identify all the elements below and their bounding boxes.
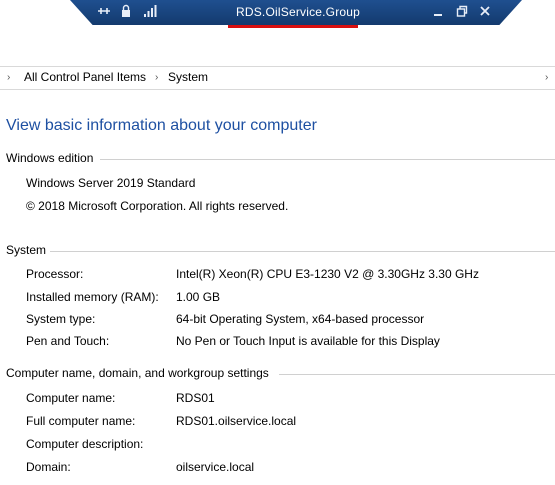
full-computer-name-value: RDS01.oilservice.local <box>176 414 297 428</box>
memory-label: Installed memory (RAM): <box>26 290 159 304</box>
rdp-title: RDS.OilService.Group <box>236 5 361 19</box>
copyright-text: © 2018 Microsoft Corporation. All rights… <box>26 199 289 213</box>
section-divider <box>279 374 555 375</box>
computer-name-label: Computer name: <box>26 391 116 405</box>
pin-icon[interactable] <box>96 4 112 20</box>
lock-icon <box>118 4 134 20</box>
pen-touch-label: Pen and Touch: <box>26 334 110 348</box>
computer-name-value: RDS01 <box>176 391 215 405</box>
page-title: View basic information about your comput… <box>6 117 317 134</box>
processor-label: Processor: <box>26 267 84 281</box>
section-divider <box>50 251 555 252</box>
section-system: System <box>6 243 47 257</box>
signal-icon[interactable] <box>142 4 158 20</box>
rdp-strip: RDS.OilService.Group <box>0 0 555 30</box>
pen-touch-value: No Pen or Touch Input is available for t… <box>176 334 440 348</box>
system-type-value: 64-bit Operating System, x64-based proce… <box>176 312 425 326</box>
domain-label: Domain: <box>26 460 71 474</box>
computer-description-label: Computer description: <box>26 437 144 451</box>
breadcrumb-item-system[interactable]: System <box>168 70 208 84</box>
minimize-icon[interactable] <box>430 4 446 20</box>
section-divider <box>100 159 555 160</box>
chevron-right-icon[interactable]: › <box>545 72 548 83</box>
chevron-right-icon[interactable]: › <box>155 72 158 83</box>
breadcrumb-item-control-panel[interactable]: All Control Panel Items <box>24 70 146 84</box>
restore-icon[interactable] <box>454 4 470 20</box>
edition-value: Windows Server 2019 Standard <box>26 176 196 190</box>
processor-value: Intel(R) Xeon(R) CPU E3-1230 V2 @ 3.30GH… <box>176 267 479 281</box>
rdp-title-underline <box>228 25 358 28</box>
memory-value: 1.00 GB <box>176 290 221 304</box>
system-type-label: System type: <box>26 312 96 326</box>
breadcrumb[interactable]: › All Control Panel Items › System › <box>0 66 555 90</box>
section-computer-name: Computer name, domain, and workgroup set… <box>6 366 269 380</box>
domain-value: oilservice.local <box>176 460 255 474</box>
chevron-right-icon[interactable]: › <box>7 72 10 83</box>
close-icon[interactable] <box>477 4 493 20</box>
section-windows-edition: Windows edition <box>6 151 94 165</box>
full-computer-name-label: Full computer name: <box>26 414 136 428</box>
